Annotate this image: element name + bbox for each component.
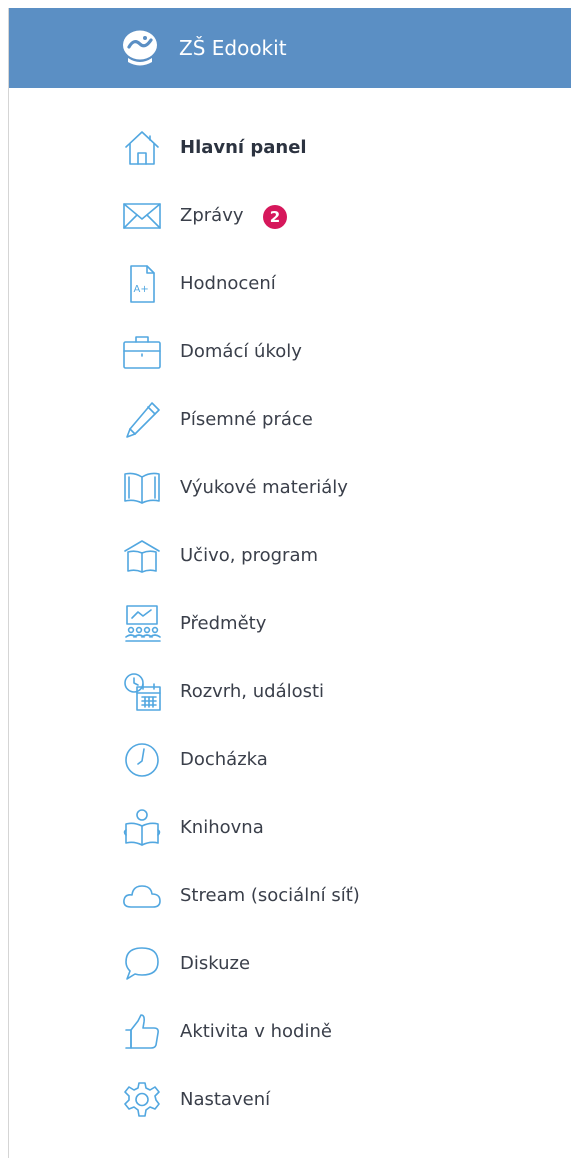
briefcase-icon: [121, 331, 163, 373]
menu-item-label: Nastavení: [180, 1089, 271, 1110]
menu-item-library[interactable]: Knihovna: [9, 798, 571, 858]
sidebar-panel: ZŠ Edookit Hlavní panel Zprávy 2 A+ Hodn…: [8, 8, 571, 1158]
menu-item-label: Diskuze: [180, 953, 251, 974]
menu-item-label: Předměty: [180, 613, 267, 634]
app-title: ZŠ Edookit: [179, 36, 287, 60]
svg-text:A+: A+: [134, 284, 149, 295]
clock-calendar-icon: [121, 671, 163, 713]
menu-item-label: Učivo, program: [180, 545, 319, 566]
menu-item-label: Výukové materiály: [180, 477, 348, 498]
menu-item-activity[interactable]: Aktivita v hodině: [9, 1002, 571, 1062]
open-book-icon: [121, 467, 163, 509]
gear-icon: [121, 1079, 163, 1121]
menu-item-exams[interactable]: Písemné práce: [9, 390, 571, 450]
menu-item-label: Zprávy: [180, 205, 244, 226]
menu-item-label: Docházka: [180, 749, 268, 770]
menu-item-schedule[interactable]: Rozvrh, události: [9, 662, 571, 722]
menu-item-discussion[interactable]: Diskuze: [9, 934, 571, 994]
menu-item-dashboard[interactable]: Hlavní panel: [9, 118, 571, 178]
thumbs-up-icon: [121, 1011, 163, 1053]
menu-item-attendance[interactable]: Docházka: [9, 730, 571, 790]
book-shelter-icon: [121, 535, 163, 577]
menu-item-messages[interactable]: Zprávy 2: [9, 186, 571, 246]
menu-item-label: Domácí úkoly: [180, 341, 302, 362]
unread-count-badge: 2: [263, 205, 287, 229]
home-icon: [121, 127, 163, 169]
menu-item-subjects[interactable]: Předměty: [9, 594, 571, 654]
menu-item-label: Knihovna: [180, 817, 264, 838]
grade-document-icon: A+: [121, 263, 163, 305]
pen-icon: [121, 399, 163, 441]
envelope-icon: [121, 195, 163, 237]
menu-item-homework[interactable]: Domácí úkoly: [9, 322, 571, 382]
sidebar-header[interactable]: ZŠ Edookit: [9, 8, 571, 88]
classroom-icon: [121, 603, 163, 645]
reader-icon: [121, 807, 163, 849]
cloud-icon: [121, 875, 163, 917]
menu-item-stream[interactable]: Stream (sociální síť): [9, 866, 571, 926]
edookit-logo-icon: [119, 26, 161, 70]
menu-item-label: Hlavní panel: [180, 137, 307, 158]
menu-item-curriculum[interactable]: Učivo, program: [9, 526, 571, 586]
menu-item-materials[interactable]: Výukové materiály: [9, 458, 571, 518]
menu-item-label: Rozvrh, události: [180, 681, 325, 702]
menu-item-label: Písemné práce: [180, 409, 313, 430]
menu-item-settings[interactable]: Nastavení: [9, 1070, 571, 1130]
speech-bubble-icon: [121, 943, 163, 985]
menu-item-label: Hodnocení: [180, 273, 276, 294]
clock-icon: [121, 739, 163, 781]
menu-item-label: Aktivita v hodině: [180, 1021, 332, 1042]
menu-item-grades[interactable]: A+ Hodnocení: [9, 254, 571, 314]
menu-item-label: Stream (sociální síť): [180, 885, 360, 906]
